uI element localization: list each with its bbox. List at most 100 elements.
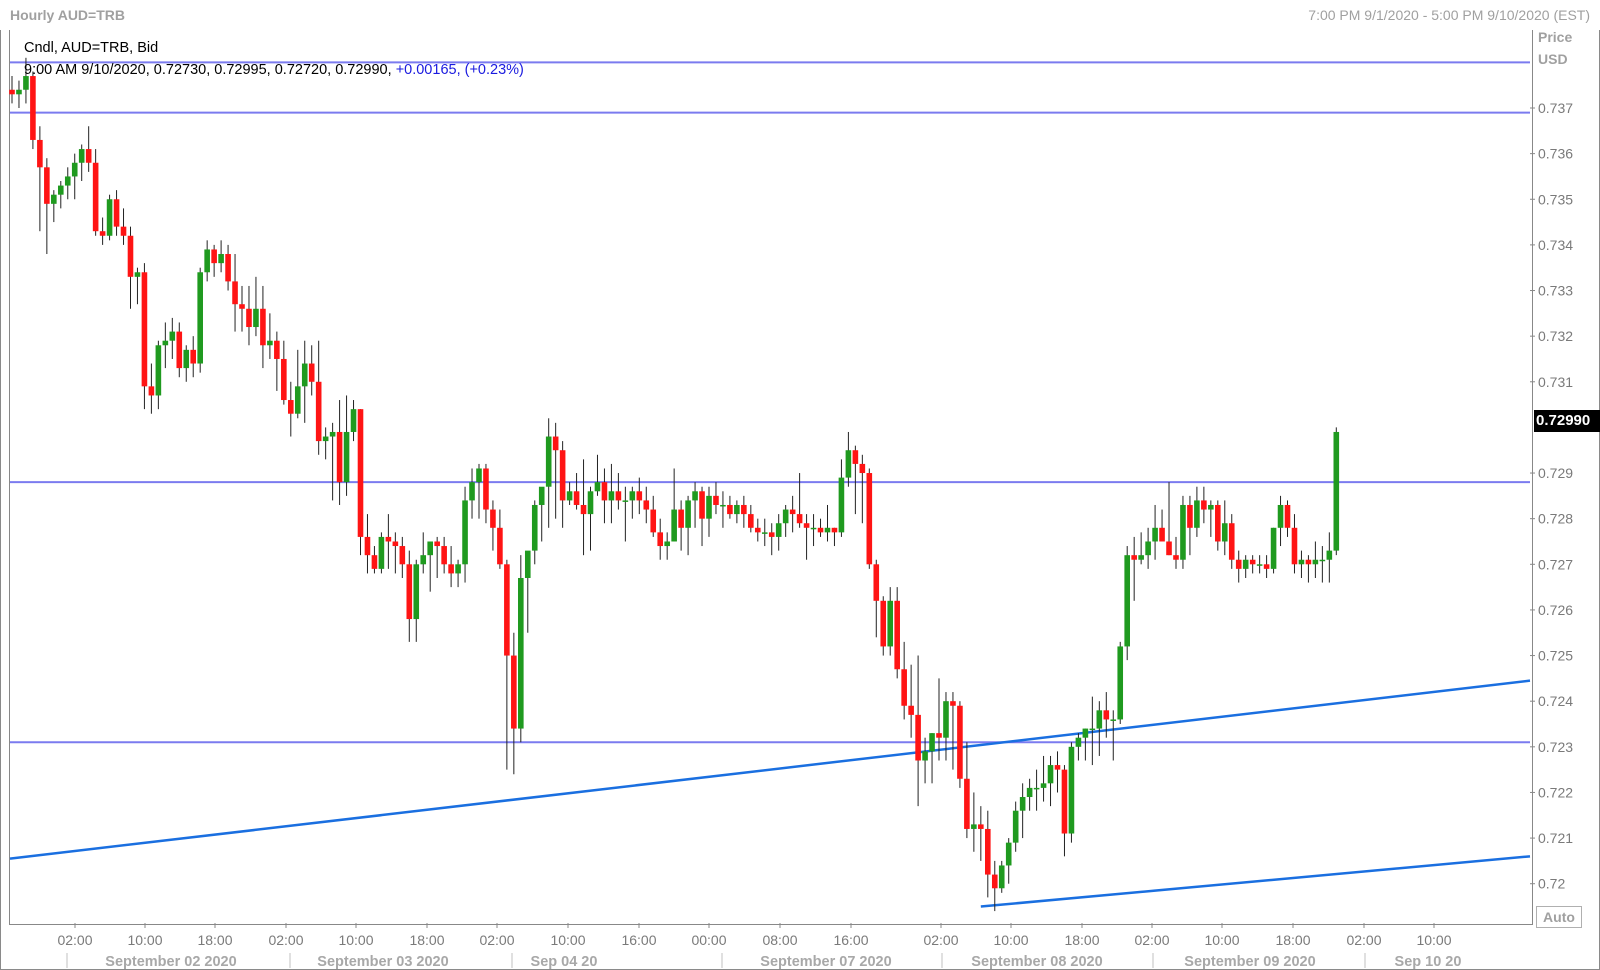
candle-body (1284, 504, 1291, 528)
candle-body (1173, 555, 1179, 560)
candle-body (859, 463, 866, 474)
candle (650, 495, 657, 537)
candle (1235, 550, 1242, 583)
candle-body (699, 491, 705, 519)
candle-body (1089, 728, 1096, 731)
candle-body (1215, 504, 1221, 542)
candle (120, 208, 127, 245)
candle-body (92, 162, 99, 232)
candle-body (427, 541, 433, 556)
candle-body (85, 149, 92, 163)
candle-body (1103, 710, 1110, 720)
candle-body (176, 331, 183, 369)
candle-body (1159, 527, 1165, 542)
candle (991, 860, 998, 912)
candle (1110, 710, 1117, 761)
candle-body (580, 504, 587, 515)
candle-body (274, 340, 280, 359)
candle-body (643, 500, 650, 510)
candle (566, 482, 573, 505)
candle-body (1019, 797, 1026, 811)
candle (664, 532, 670, 560)
candle (1221, 500, 1228, 556)
price-tick-label: 0.72 (1538, 876, 1565, 892)
time-tick-label: 18:00 (409, 932, 444, 948)
candle-body (1242, 559, 1249, 569)
candle-body (406, 564, 413, 620)
price-tick-label: 0.729 (1538, 465, 1573, 481)
candle (552, 422, 559, 519)
candle (518, 555, 524, 743)
candle-body (469, 482, 475, 501)
candle-body (1033, 787, 1040, 790)
candle-body (211, 249, 217, 264)
price-tick-label: 0.722 (1538, 784, 1573, 800)
candle-body (308, 363, 315, 382)
candle (901, 641, 907, 720)
candle-body (294, 386, 301, 414)
candle-body (225, 254, 231, 282)
candle (504, 559, 510, 770)
candle-body (713, 495, 719, 505)
candle (343, 395, 350, 496)
candle-body (197, 272, 203, 364)
candle (267, 313, 273, 359)
candle-body (1005, 842, 1012, 866)
candle (685, 495, 691, 556)
candle-body (218, 254, 224, 264)
candle (545, 418, 552, 528)
price-tick-label: 0.732 (1538, 328, 1573, 344)
candle-body (587, 491, 594, 515)
candle-body (490, 509, 496, 528)
candle (260, 285, 266, 369)
candle-body (803, 523, 810, 528)
candle (1159, 509, 1165, 542)
candle-body (915, 714, 921, 761)
candle-body (824, 527, 831, 533)
candle-body (420, 555, 427, 565)
candle (1019, 783, 1026, 839)
date-label: Sep 10 20 (1395, 954, 1462, 970)
candle-body (1138, 555, 1144, 560)
date-label: September 07 2020 (760, 954, 891, 970)
candle (671, 468, 677, 542)
candlestick-chart[interactable]: 0.7370.7360.7350.7340.7330.7320.7310.729… (0, 0, 1600, 970)
candle-body (943, 701, 949, 738)
candle (483, 463, 489, 524)
candle (315, 340, 322, 455)
candle (448, 546, 454, 588)
candle (371, 546, 378, 574)
candle-body (155, 345, 162, 396)
candle (748, 504, 754, 533)
candle (378, 532, 385, 574)
candle (936, 678, 942, 761)
candle (929, 733, 935, 784)
candle-body (845, 450, 852, 478)
candle (789, 495, 796, 533)
candle-body (657, 532, 664, 547)
candle (476, 463, 482, 519)
candle (1277, 495, 1284, 547)
candle (720, 491, 726, 528)
candle (643, 486, 650, 524)
candle-body (594, 482, 601, 492)
candle-body (1235, 559, 1242, 569)
candle (232, 254, 238, 332)
candle (274, 331, 280, 391)
candle (141, 263, 148, 410)
candle (754, 518, 761, 542)
candle (218, 240, 224, 273)
time-tick-label: 02:00 (57, 932, 92, 948)
time-tick-label: 10:00 (993, 932, 1028, 948)
price-tick-label: 0.728 (1538, 511, 1573, 527)
candle (922, 737, 928, 784)
price-tick-label: 0.731 (1538, 374, 1573, 390)
candle (190, 336, 197, 378)
candle (148, 363, 155, 414)
auto-scale-button[interactable]: Auto (1536, 906, 1582, 928)
candle (608, 463, 615, 524)
candle-body (720, 504, 726, 507)
candle-body (16, 89, 22, 95)
candle (176, 322, 183, 378)
candle-body (127, 235, 134, 277)
